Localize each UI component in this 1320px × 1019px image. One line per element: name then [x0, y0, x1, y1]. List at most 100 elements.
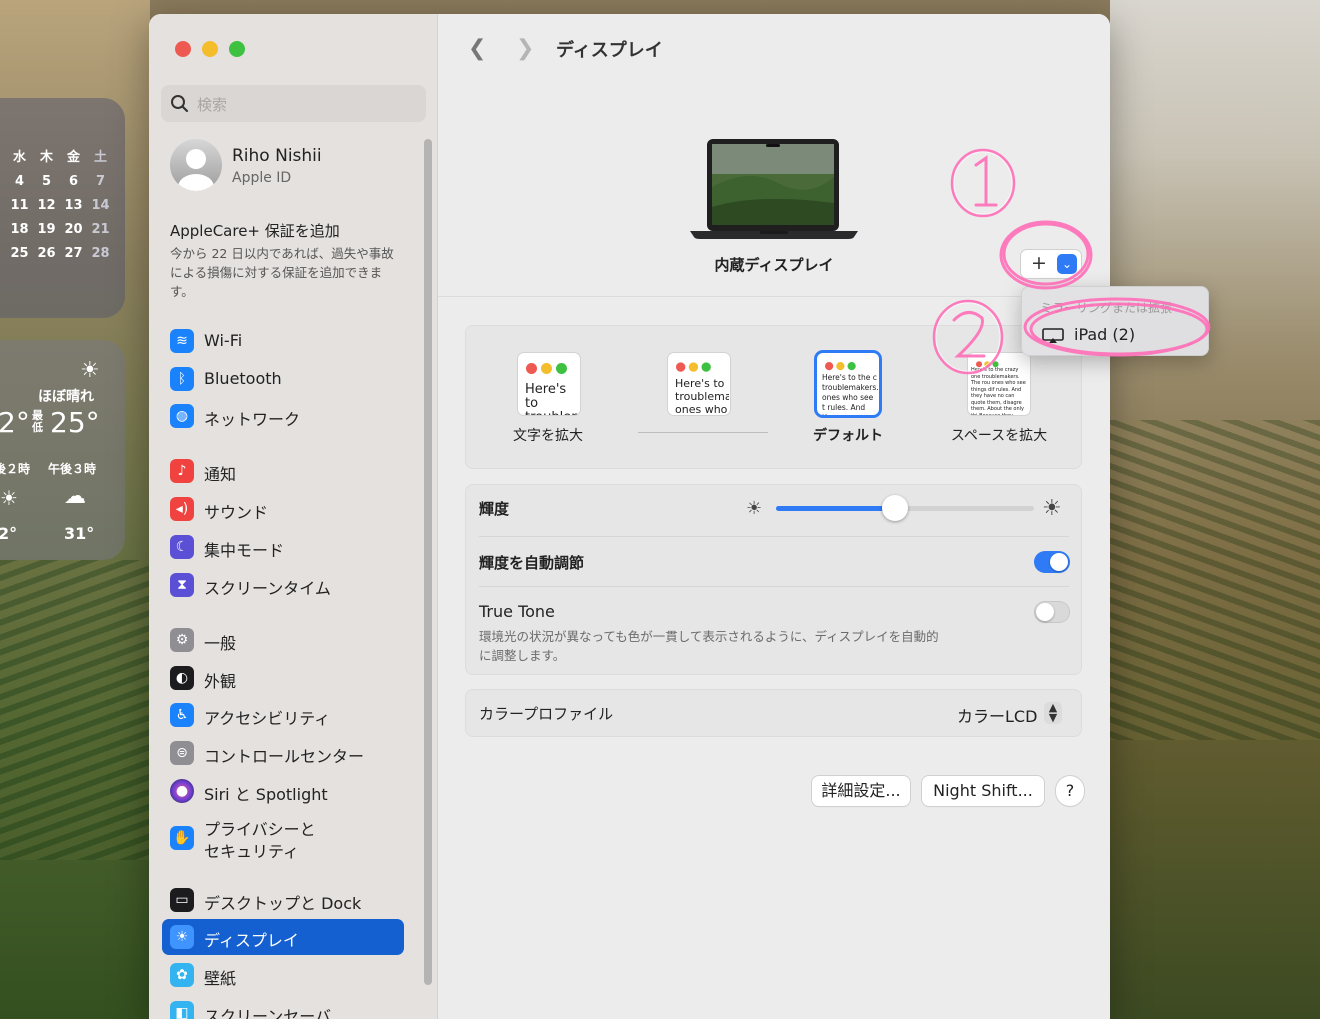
- calendar-day: 25: [10, 246, 29, 261]
- minimize-button[interactable]: [202, 41, 218, 57]
- sidebar-item-label: プライバシーと: [204, 820, 316, 839]
- sidebar-item-label: デスクトップと Dock: [204, 894, 362, 913]
- search-icon: [171, 95, 189, 113]
- resolution-option-larger-text[interactable]: Here's to troublem: [518, 353, 580, 415]
- close-button[interactable]: [175, 41, 191, 57]
- sidebar-item-wallpaper[interactable]: ✿ 壁紙: [162, 957, 404, 993]
- forward-arrow-icon[interactable]: ❯: [516, 36, 534, 61]
- sidebar-item-notifications[interactable]: ♪ 通知: [162, 453, 404, 489]
- color-profile-label: カラープロファイル: [479, 705, 614, 723]
- profile-subtitle[interactable]: Apple ID: [232, 170, 291, 186]
- zoom-button[interactable]: [229, 41, 245, 57]
- resolution-option-2[interactable]: Here's to troublema ones who: [668, 353, 730, 415]
- sidebar-item-sound[interactable]: ◂) サウンド: [162, 491, 404, 527]
- sidebar-item-label: コントロールセンター: [204, 747, 365, 766]
- brightness-label: 輝度: [479, 500, 510, 518]
- sun-large-icon: ☀: [1042, 496, 1062, 521]
- calendar-day: 4: [14, 174, 25, 189]
- cloud-rain-icon: ☁: [64, 484, 86, 509]
- vineyard-rows: [0, 560, 150, 860]
- calendar-day: 11: [10, 198, 29, 213]
- temp-left: 2°: [0, 406, 30, 439]
- applecare-title[interactable]: AppleCare+ 保証を追加: [170, 220, 340, 241]
- appearance-icon: ◐: [170, 666, 194, 690]
- add-display-button[interactable]: + ⌄: [1021, 250, 1081, 278]
- airplay-display-icon: [1042, 327, 1064, 343]
- sidebar-item-label: 集中モード: [204, 541, 285, 560]
- sidebar-item-label: Bluetooth: [204, 369, 282, 388]
- search-input[interactable]: 検索: [161, 85, 426, 122]
- calendar-day: 26: [37, 246, 56, 261]
- resolution-option-default[interactable]: Here's to the c troublemakers. ones who …: [817, 353, 879, 415]
- chevron-down-icon[interactable]: ⌄: [1057, 254, 1077, 274]
- sidebar-item-appearance[interactable]: ◐ 外観: [162, 660, 404, 696]
- menu-item-ipad[interactable]: iPad (2): [1042, 325, 1135, 344]
- search-placeholder: 検索: [197, 96, 228, 114]
- window-dots: [676, 359, 714, 375]
- temp-low: 25°: [50, 406, 100, 439]
- accessibility-icon: ♿: [170, 703, 194, 727]
- sidebar-item-screensaver[interactable]: ◧ スクリーンセーバ: [162, 995, 404, 1019]
- weekday-label: 金: [66, 150, 80, 165]
- true-tone-label: True Tone: [479, 602, 555, 621]
- calendar-day: 13: [64, 198, 83, 213]
- flower-icon: ✿: [170, 963, 194, 987]
- profile-name[interactable]: Riho Nishii: [232, 146, 322, 166]
- color-profile-select[interactable]: カラーLCD: [957, 703, 1037, 727]
- sidebar-item-label: Siri と Spotlight: [204, 785, 328, 804]
- resolution-divider: [638, 432, 768, 433]
- auto-brightness-toggle[interactable]: [1034, 551, 1070, 573]
- brightness-slider-knob[interactable]: [881, 495, 908, 521]
- sidebar-item-screen-time[interactable]: ⧗ スクリーンタイム: [162, 567, 404, 603]
- sidebar-item-displays[interactable]: ☀ ディスプレイ: [162, 919, 404, 955]
- resolution-option-more-space[interactable]: Here's to the crazy one troublemakers. T…: [968, 353, 1030, 415]
- speaker-icon: ◂): [170, 497, 194, 521]
- forecast-hour: 午後３時: [48, 462, 97, 476]
- sidebar-item-general[interactable]: ⚙ 一般: [162, 622, 404, 658]
- main-content: ❮ ❯ ディスプレイ 内蔵ディスプレイ + ⌄ Here's to troubl…: [438, 14, 1110, 1019]
- calendar-widget[interactable]: 水 木 金 土 4 5 6 7 11 12 13 14 18 19 20 21 …: [0, 98, 125, 318]
- help-button[interactable]: ?: [1056, 776, 1084, 806]
- laptop-display-icon[interactable]: [688, 137, 860, 241]
- sidebar-item-label: ディスプレイ: [204, 931, 299, 950]
- sidebar-item-control-center[interactable]: ⊜ コントロールセンター: [162, 735, 404, 771]
- avatar[interactable]: [170, 139, 222, 191]
- sidebar: 検索 Riho Nishii Apple ID AppleCare+ 保証を追加…: [149, 14, 438, 1019]
- calendar-day: 19: [37, 222, 56, 237]
- sidebar-item-label: Wi-Fi: [204, 331, 243, 350]
- calendar-day: 14: [91, 198, 110, 213]
- calendar-day: 27: [64, 246, 83, 261]
- system-settings-window: 検索 Riho Nishii Apple ID AppleCare+ 保証を追加…: [149, 14, 1110, 1019]
- sidebar-item-label: ネットワーク: [204, 410, 301, 429]
- true-tone-toggle[interactable]: [1034, 601, 1070, 623]
- updown-chevron-icon[interactable]: ▲ ▼: [1044, 702, 1062, 724]
- sidebar-item-bluetooth[interactable]: ᛒ Bluetooth: [162, 361, 404, 397]
- sun-icon: ☀: [0, 486, 18, 510]
- sidebar-item-focus[interactable]: ☾ 集中モード: [162, 529, 404, 565]
- sun-small-icon: ☀: [746, 498, 763, 519]
- preview-text: Here's to troublema ones who: [675, 377, 729, 415]
- back-arrow-icon[interactable]: ❮: [468, 36, 486, 61]
- low-label: 最低: [32, 409, 43, 434]
- forecast-temp: 31°: [64, 524, 95, 543]
- sidebar-item-siri-spotlight[interactable]: ● Siri と Spotlight: [162, 773, 404, 809]
- advanced-button[interactable]: 詳細設定...: [812, 776, 910, 806]
- toggles-icon: ⊜: [170, 741, 194, 765]
- true-tone-description: 環境光の状況が異なっても色が一貫して表示されるように、ディスプレイを自動的: [479, 629, 939, 644]
- calendar-grid: 水 木 金 土 4 5 6 7 11 12 13 14 18 19 20 21 …: [6, 146, 114, 261]
- sidebar-item-privacy-security[interactable]: ✋ プライバシーと セキュリティ: [162, 814, 404, 862]
- weather-widget[interactable]: ☀ ほぼ晴れ 2° 最低 25° 後２時 午後３時 ☀ ☁ 2° 31°: [0, 340, 125, 560]
- plus-icon: +: [1031, 252, 1047, 274]
- sidebar-item-accessibility[interactable]: ♿ アクセシビリティ: [162, 697, 404, 733]
- night-shift-button[interactable]: Night Shift...: [922, 776, 1044, 806]
- sidebar-item-desktop-dock[interactable]: ▭ デスクトップと Dock: [162, 882, 404, 918]
- calendar-day: 7: [95, 174, 106, 189]
- globe-icon: ◍: [170, 404, 194, 428]
- wifi-icon: ≋: [170, 329, 194, 353]
- sidebar-item-label: アクセシビリティ: [204, 709, 331, 728]
- mirror-extend-menu: ミラーリングまたは拡張 iPad (2): [1021, 286, 1209, 356]
- sidebar-item-network[interactable]: ◍ ネットワーク: [162, 398, 404, 434]
- sidebar-scrollbar[interactable]: [424, 139, 432, 985]
- bell-icon: ♪: [170, 459, 194, 483]
- sidebar-item-wifi[interactable]: ≋ Wi-Fi: [162, 323, 404, 359]
